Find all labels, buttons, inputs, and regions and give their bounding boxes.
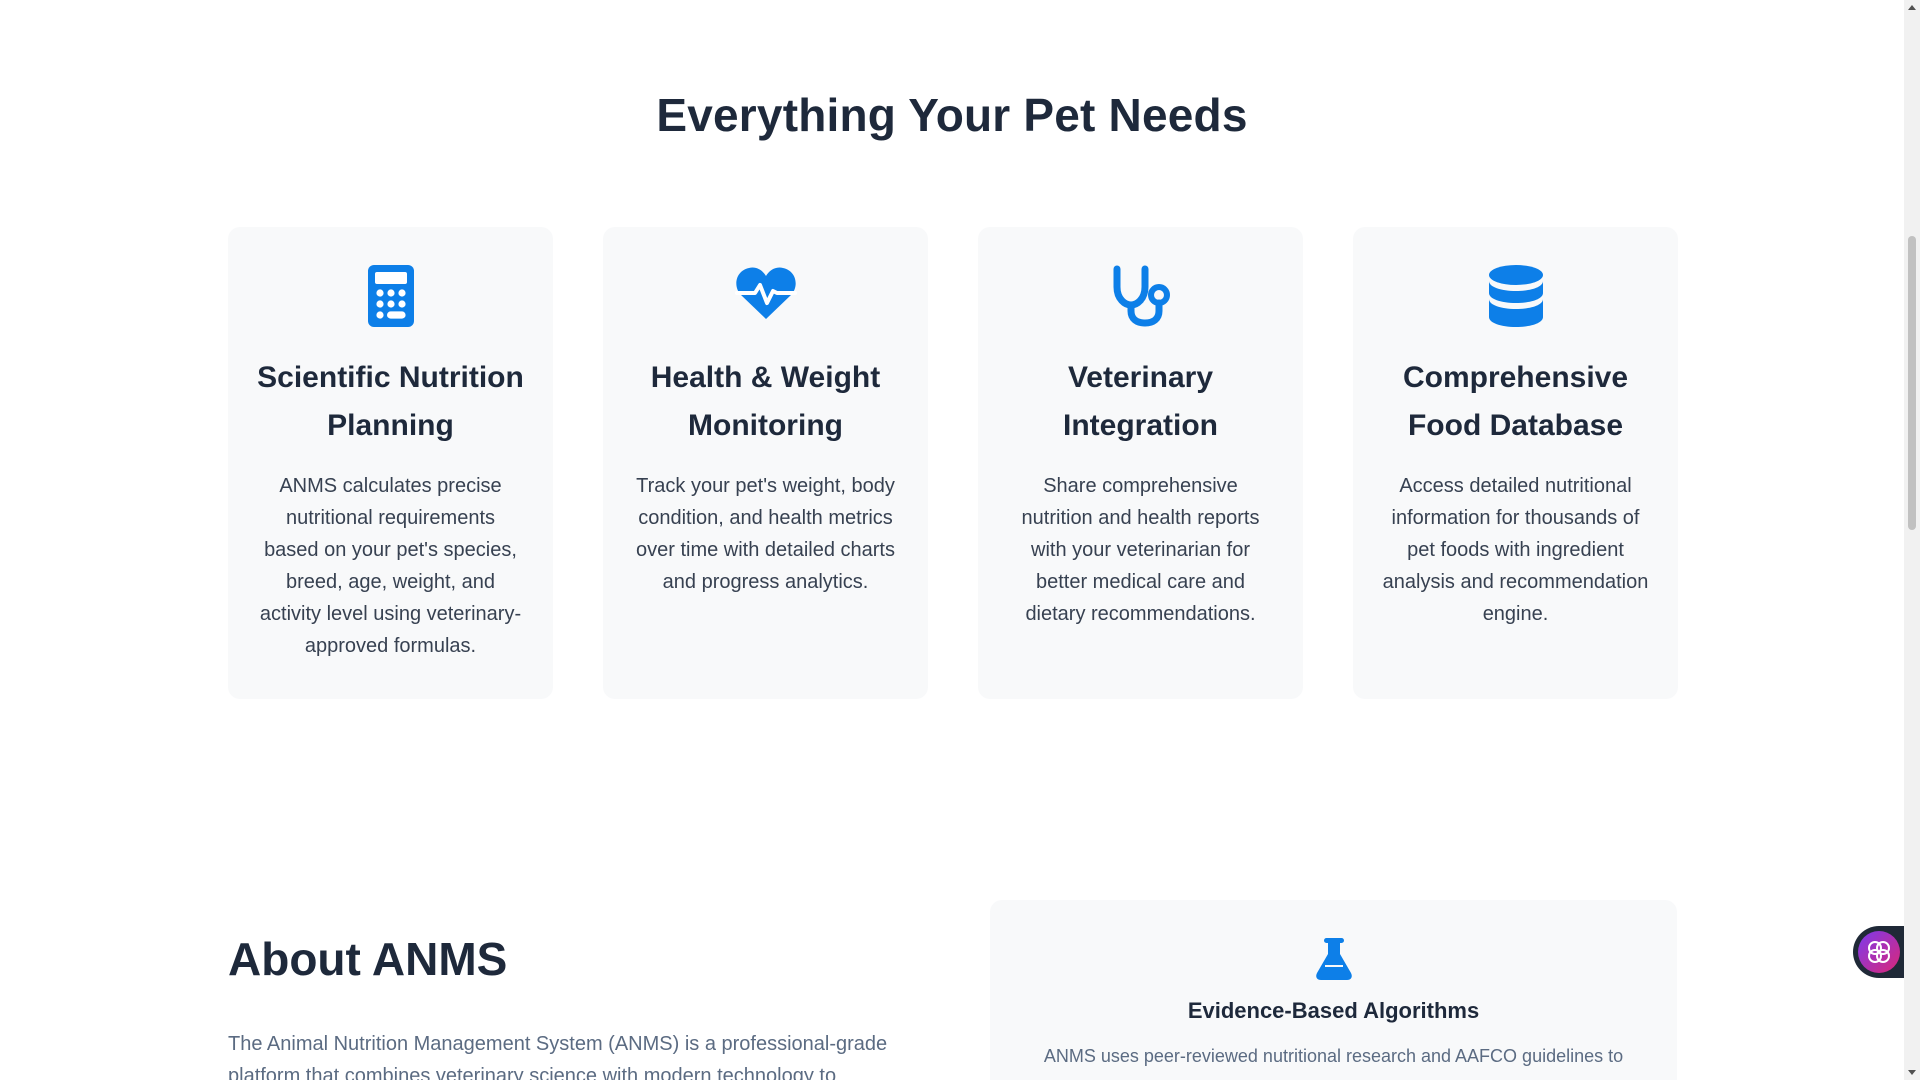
card-title: Scientific Nutrition Planning xyxy=(257,361,524,442)
scroll-down-arrow-icon[interactable] xyxy=(1908,1070,1916,1075)
brain-icon xyxy=(1858,931,1900,973)
about-title: About ANMS xyxy=(228,933,508,985)
heart-pulse-icon xyxy=(631,265,900,327)
feature-card-veterinary: Veterinary Integration Share comprehensi… xyxy=(978,227,1303,699)
card-title: Veterinary Integration xyxy=(1063,361,1218,442)
scroll-thumb[interactable] xyxy=(1908,236,1916,530)
algo-description: ANMS uses peer-reviewed nutritional rese… xyxy=(1043,1046,1624,1066)
algo-title: Evidence-Based Algorithms xyxy=(1187,998,1480,1023)
card-title: Health & Weight Monitoring xyxy=(650,361,881,442)
flask-icon xyxy=(990,938,1677,980)
assistant-button[interactable] xyxy=(1853,926,1904,978)
card-description: ANMS calculates precise nutritional requ… xyxy=(259,475,522,657)
about-text: The Animal Nutrition Management System (… xyxy=(228,1033,888,1080)
card-title: Comprehensive Food Database xyxy=(1402,361,1629,442)
page: Everything Your Pet Needs Scientific Nut… xyxy=(0,0,1904,1080)
card-description: Access detailed nutritional information … xyxy=(1382,475,1649,625)
evidence-algorithms-card: Evidence-Based Algorithms ANMS uses peer… xyxy=(990,900,1677,1080)
feature-cards: Scientific Nutrition Planning ANMS calcu… xyxy=(228,227,1678,699)
feature-card-nutrition: Scientific Nutrition Planning ANMS calcu… xyxy=(228,227,553,699)
vertical-scrollbar[interactable] xyxy=(1904,0,1920,1080)
features-title: Everything Your Pet Needs xyxy=(656,89,1248,141)
feature-card-health: Health & Weight Monitoring Track your pe… xyxy=(603,227,928,699)
card-description: Share comprehensive nutrition and health… xyxy=(1021,475,1260,625)
stethoscope-icon xyxy=(1006,265,1275,327)
scroll-up-arrow-icon[interactable] xyxy=(1908,5,1916,10)
calculator-icon xyxy=(256,265,525,327)
card-description: Track your pet's weight, body condition,… xyxy=(635,475,895,593)
feature-card-database: Comprehensive Food Database Access detai… xyxy=(1353,227,1678,699)
database-icon xyxy=(1381,265,1650,327)
